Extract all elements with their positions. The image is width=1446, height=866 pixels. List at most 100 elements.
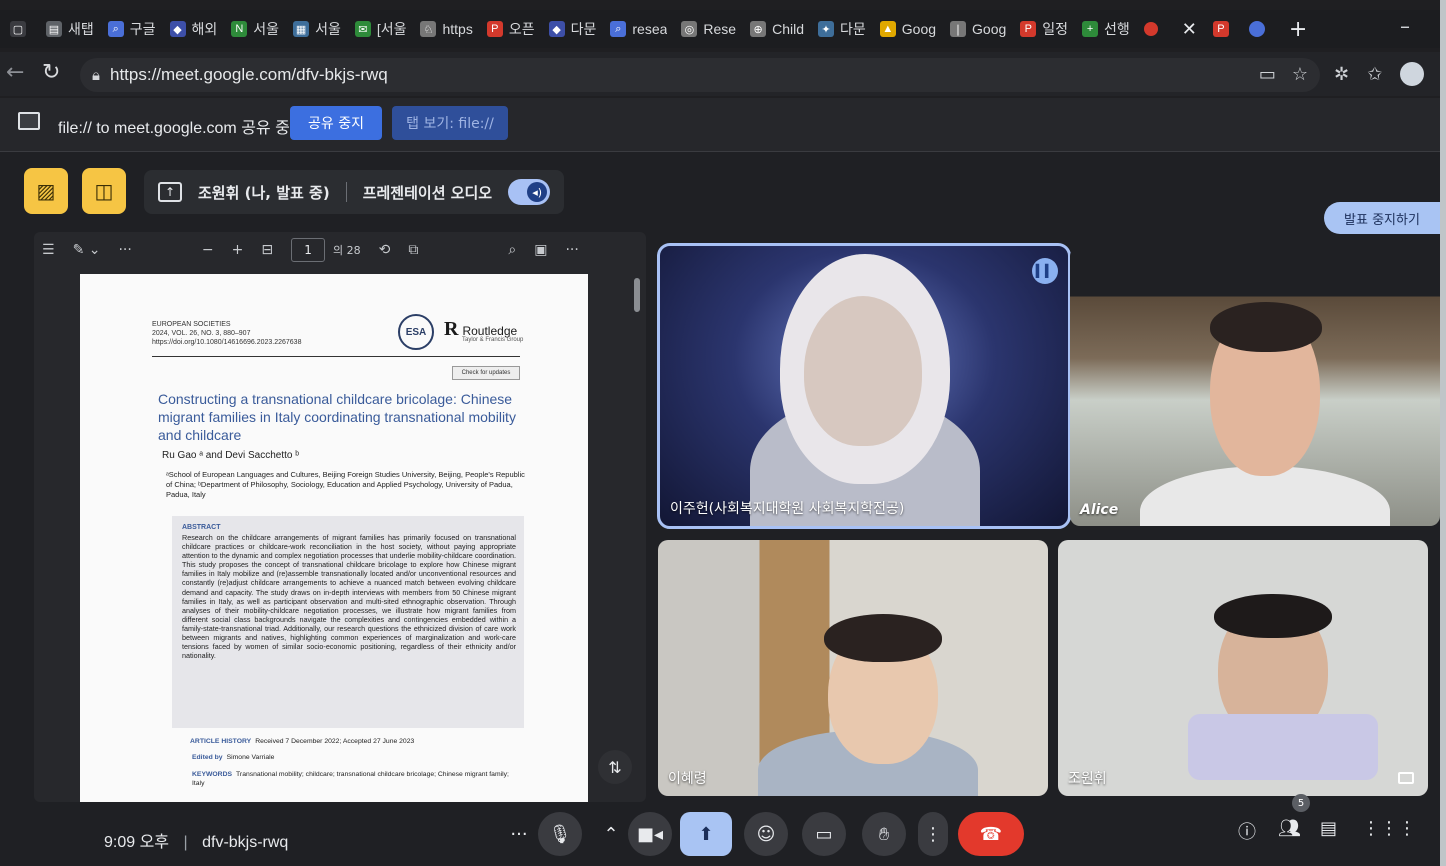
pin-presentation-button[interactable]: ◫	[82, 168, 126, 214]
article-title: Constructing a transnational childcare b…	[158, 391, 516, 443]
browser-tab[interactable]: ◆ 해외	[164, 15, 224, 43]
browser-tab[interactable]: P 오픈	[481, 15, 541, 43]
tab-favicon-icon: P	[1020, 21, 1037, 37]
tab-label: Goog	[972, 21, 1007, 37]
journal-info: EUROPEAN SOCIETIES 2024, VOL. 26, NO. 3,…	[152, 320, 301, 347]
check-updates-button[interactable]: Check for updates	[452, 366, 520, 380]
tab-label: https	[442, 21, 473, 37]
journal-doi[interactable]: https://doi.org/10.1080/14616696.2023.22…	[152, 338, 301, 347]
pip-icon[interactable]	[1398, 772, 1414, 784]
browser-tab[interactable]: ◆ 다문	[543, 15, 603, 43]
microphone-button[interactable]: 🎙︎	[538, 812, 582, 856]
browser-tab[interactable]: ✦ 다문	[812, 15, 872, 43]
tab-label: [서울	[376, 21, 407, 37]
browser-tab[interactable]: N 서울	[225, 15, 285, 43]
more-options-button[interactable]: ⋮	[918, 812, 948, 856]
tab-label: 서울	[253, 21, 280, 37]
present-now-button[interactable]: ⬆	[680, 812, 732, 856]
video-tile-alice[interactable]: Alice	[1070, 246, 1440, 526]
layout-toggle-button[interactable]: ▨	[24, 168, 68, 214]
arrows-icon: ⇅	[608, 757, 622, 777]
tab-favicon-icon: ◆	[169, 21, 186, 37]
bookmark-star-icon[interactable]: ☆	[1292, 64, 1308, 85]
fit-page-icon[interactable]: ⊟	[261, 242, 273, 258]
tab-search-icon[interactable]: ▢	[4, 15, 38, 43]
screen-share-icon	[18, 112, 40, 130]
audio-options-button[interactable]: ···	[502, 812, 536, 856]
stop-sharing-button[interactable]: 공유 중지	[290, 106, 382, 140]
tab-favicon-icon: ✦	[818, 21, 834, 37]
back-icon[interactable]: ←	[6, 60, 24, 85]
edited-label: Edited by	[192, 754, 223, 761]
minimize-icon[interactable]: –	[1400, 14, 1410, 38]
meeting-info-icon[interactable]: ⓘ	[1238, 818, 1256, 844]
contents-icon[interactable]: ☰	[42, 242, 55, 258]
reactions-button[interactable]: ☺	[744, 812, 788, 856]
participant-name: 이주헌(사회복지대학원 사회복지학전공)	[670, 501, 905, 517]
cast-icon[interactable]: ▭	[1259, 64, 1276, 85]
tab-favicon-icon: ◎	[681, 21, 698, 37]
people-icon[interactable]: 👥︎	[1278, 818, 1301, 839]
address-bar[interactable]: 🔒︎ https://meet.google.com/dfv-bkjs-rwq …	[80, 58, 1320, 92]
chat-icon[interactable]: ▤	[1320, 818, 1337, 839]
browser-tab[interactable]: P 일정	[1014, 15, 1074, 43]
meet-stage: ▨ ◫ ↑ 조원휘 (나, 발표 중) 프레젠테이션 오디오 ◂) 발표 중지하…	[0, 152, 1440, 866]
activities-icon[interactable]: ⋮⋮⋮	[1362, 818, 1416, 839]
view-tab-button[interactable]: 탭 보기: file://	[392, 106, 508, 140]
more-vertical-icon: ⋮	[924, 823, 942, 845]
search-icon[interactable]: ⌕	[508, 242, 516, 258]
draw-icon[interactable]: ✎ ⌄	[73, 242, 101, 258]
save-icon[interactable]: ▣	[534, 242, 547, 258]
tab-extra[interactable]	[1243, 15, 1277, 43]
presentation-audio-toggle[interactable]: ◂)	[508, 179, 551, 205]
browser-tab[interactable]: ⌕ resea	[604, 15, 673, 43]
new-tab-icon[interactable]: +	[1279, 17, 1317, 42]
video-options-button[interactable]: ⌃	[596, 812, 626, 856]
favorites-icon[interactable]: ✩	[1367, 64, 1382, 85]
esa-logo: ESA	[398, 314, 434, 350]
zoom-in-icon[interactable]: +	[232, 242, 244, 258]
tab-label: 선행	[1104, 21, 1130, 37]
leave-call-button[interactable]: ☎︎	[958, 812, 1024, 856]
scroll-arrows-button[interactable]: ⇅	[598, 750, 632, 784]
more-tools-icon[interactable]: ···	[118, 242, 131, 258]
browser-tab[interactable]: ⌕ 구글	[102, 15, 162, 43]
camera-button[interactable]: ■◂	[628, 812, 672, 856]
browser-tab[interactable]: ▲ Goog	[874, 15, 942, 43]
pdf-scrollbar[interactable]	[634, 278, 640, 312]
raise-hand-button[interactable]: ✋︎	[862, 812, 906, 856]
video-tile-speaker[interactable]: ▍▍ 이주헌(사회복지대학원 사회복지학전공)	[657, 243, 1071, 529]
participant-hair	[824, 614, 942, 662]
tab-pdf[interactable]: P	[1207, 15, 1241, 43]
rotate-icon[interactable]: ⟲	[379, 242, 391, 258]
captions-button[interactable]: ▭	[802, 812, 846, 856]
header-rule	[152, 356, 520, 357]
browser-tab[interactable]: + 선행	[1076, 15, 1136, 43]
tab-favicon-icon: ▲	[879, 21, 896, 37]
video-tile-self[interactable]: 조원휘	[1058, 540, 1428, 796]
browser-tab[interactable]: ⊕ Child	[744, 15, 810, 43]
pdf-icon: P	[1212, 21, 1229, 37]
browser-tab[interactable]: ♘ https	[414, 15, 478, 43]
active-tab[interactable]	[1138, 15, 1170, 43]
browser-tab[interactable]: ▤ 새탭	[40, 15, 100, 43]
browser-tab[interactable]: ▦ 서울	[287, 15, 347, 43]
divider: |	[183, 834, 188, 851]
browser-tab[interactable]: ✉ [서울	[349, 15, 413, 43]
browser-tab[interactable]: ❘ Goog	[944, 15, 1012, 43]
page-number-input[interactable]: 1	[291, 238, 326, 262]
profile-avatar[interactable]	[1400, 62, 1425, 86]
tab-favicon-icon: ✉	[354, 21, 371, 37]
close-tab-icon[interactable]: ✕	[1172, 19, 1207, 40]
two-page-icon[interactable]: ⧉	[408, 242, 418, 258]
publisher-sub: Taylor & Francis Group	[462, 337, 524, 343]
participant-name: 조원휘	[1068, 771, 1107, 787]
more-icon[interactable]: ···	[565, 242, 578, 258]
reload-icon[interactable]: ↻	[42, 60, 60, 85]
zoom-out-icon[interactable]: −	[202, 242, 214, 258]
journal-volume: 2024, VOL. 26, NO. 3, 880–907	[152, 330, 251, 337]
stop-presenting-button[interactable]: 발표 중지하기	[1324, 202, 1440, 234]
extensions-icon[interactable]: ✲	[1334, 64, 1349, 85]
browser-tab[interactable]: ◎ Rese	[675, 15, 742, 43]
video-tile-office[interactable]: 이혜령	[658, 540, 1048, 796]
